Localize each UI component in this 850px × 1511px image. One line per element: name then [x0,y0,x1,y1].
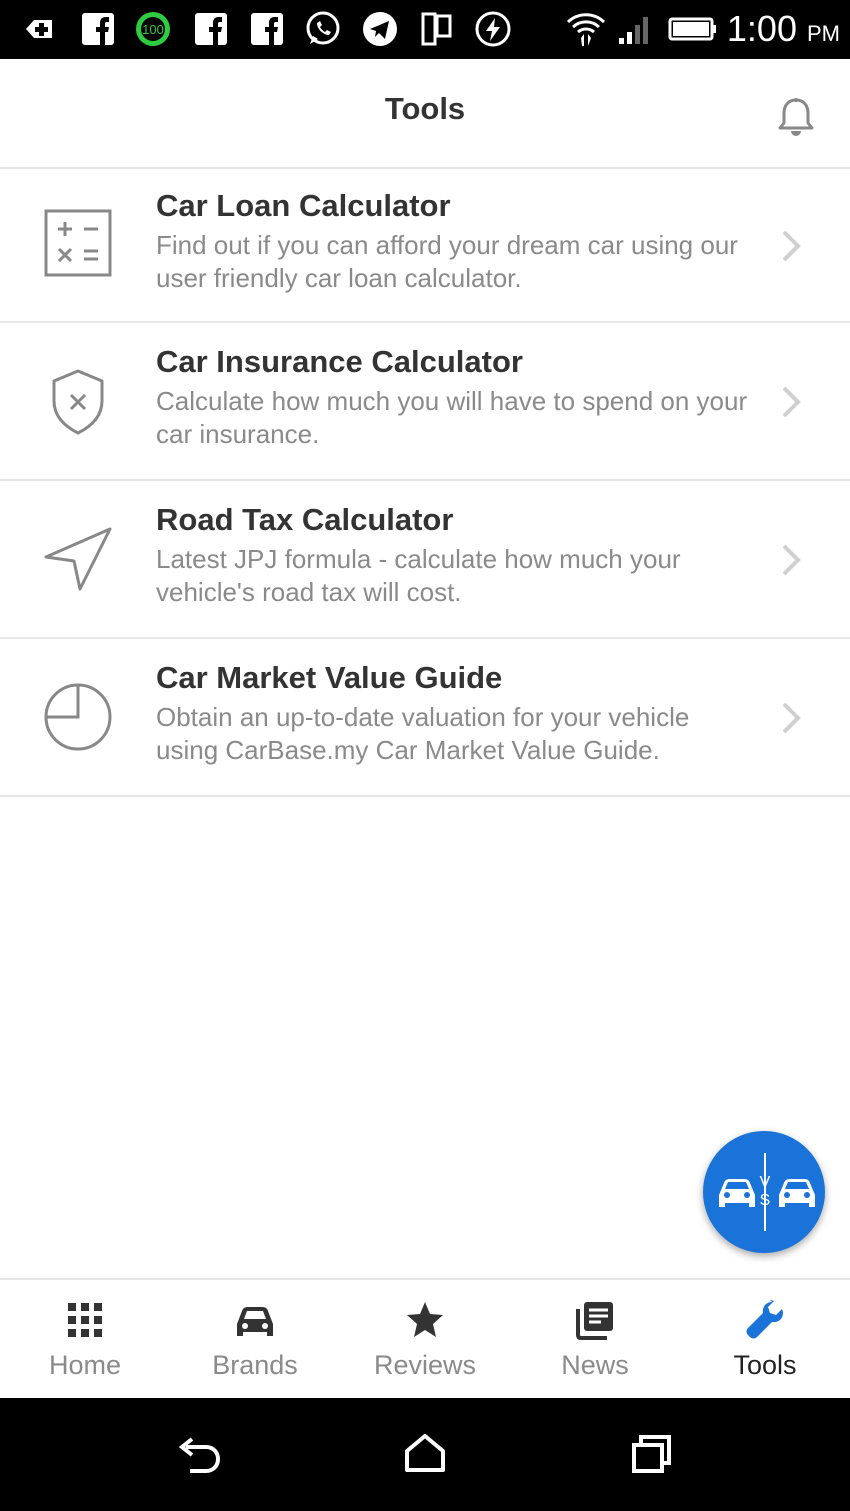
cellular-signal-icon [619,17,648,44]
whatsapp-icon [306,11,340,45]
nav-label: Brands [212,1350,298,1380]
tool-text: Car Market Value Guide Obtain an up-to-d… [156,659,751,767]
chevron-right-icon [782,386,801,418]
tool-item-car-loan[interactable]: Car Loan Calculator Find out if you can … [0,169,850,323]
wifi-icon [566,13,606,46]
page-title: Tools [384,91,466,126]
tool-item-road-tax[interactable]: Road Tax Calculator Latest JPJ formula -… [0,481,850,639]
navigation-arrow-icon [44,527,112,591]
clock: 1:00 PM [726,8,840,49]
flash-icon [475,11,511,47]
compare-cars-icon: V S [719,1153,815,1231]
back-icon[interactable] [176,1433,222,1473]
telegram-icon [363,12,397,46]
facebook-icon [251,13,283,45]
wrench-icon [746,1300,783,1339]
nav-tools[interactable]: Tools [680,1280,850,1398]
tool-title: Car Loan Calculator [156,188,451,223]
nav-label: Home [48,1350,122,1380]
compare-cars-button[interactable]: V S [703,1131,825,1253]
chevron-right-icon [782,702,801,734]
tool-item-car-insurance[interactable]: Car Insurance Calculator Calculate how m… [0,323,850,481]
tool-item-market-value[interactable]: Car Market Value Guide Obtain an up-to-d… [0,639,850,797]
facebook-icon [195,13,227,45]
tool-description: Obtain an up-to-date valuation for your … [156,702,690,765]
svg-text:100: 100 [142,22,164,37]
battery-100-icon: 100 [136,12,170,46]
star-icon [407,1302,443,1337]
grid-icon [68,1303,102,1337]
tool-description: Find out if you can afford your dream ca… [156,230,738,293]
nav-label: News [561,1350,629,1380]
nav-brands[interactable]: Brands [170,1280,340,1398]
pie-chart-icon [44,683,112,751]
medical-app-icon [26,20,52,38]
home-icon[interactable] [402,1433,448,1473]
nav-label: Tools [733,1350,797,1380]
status-bar: 100 1:00 PM [0,0,850,59]
nav-reviews[interactable]: Reviews [340,1280,510,1398]
svg-text:S: S [760,1192,771,1209]
tools-list: Car Loan Calculator Find out if you can … [0,169,850,797]
bell-icon[interactable] [776,96,816,138]
tool-text: Car Insurance Calculator Calculate how m… [156,343,751,451]
nav-home[interactable]: Home [0,1280,170,1398]
chevron-right-icon [782,544,801,576]
chevron-right-icon [782,230,801,262]
tool-title: Road Tax Calculator [156,502,454,537]
tool-title: Car Insurance Calculator [156,344,523,379]
app-header: Tools [0,59,850,169]
tool-description: Latest JPJ formula - calculate how much … [156,544,681,607]
svg-text:V: V [760,1174,771,1191]
flipboard-icon [421,12,452,46]
tool-description: Calculate how much you will have to spen… [156,386,748,449]
tool-text: Car Loan Calculator Find out if you can … [156,187,751,295]
battery-icon [668,17,716,41]
tool-title: Car Market Value Guide [156,660,503,695]
recent-apps-icon[interactable] [628,1433,674,1473]
tool-text: Road Tax Calculator Latest JPJ formula -… [156,501,751,609]
system-navigation-bar [0,1398,850,1511]
calculator-icon [44,209,112,277]
bottom-navigation: Home Brands Reviews News Tools [0,1278,850,1398]
shield-icon [52,369,104,435]
facebook-icon [82,13,114,45]
nav-label: Reviews [373,1350,477,1380]
car-icon [237,1307,273,1336]
news-icon [576,1302,613,1340]
nav-news[interactable]: News [510,1280,680,1398]
